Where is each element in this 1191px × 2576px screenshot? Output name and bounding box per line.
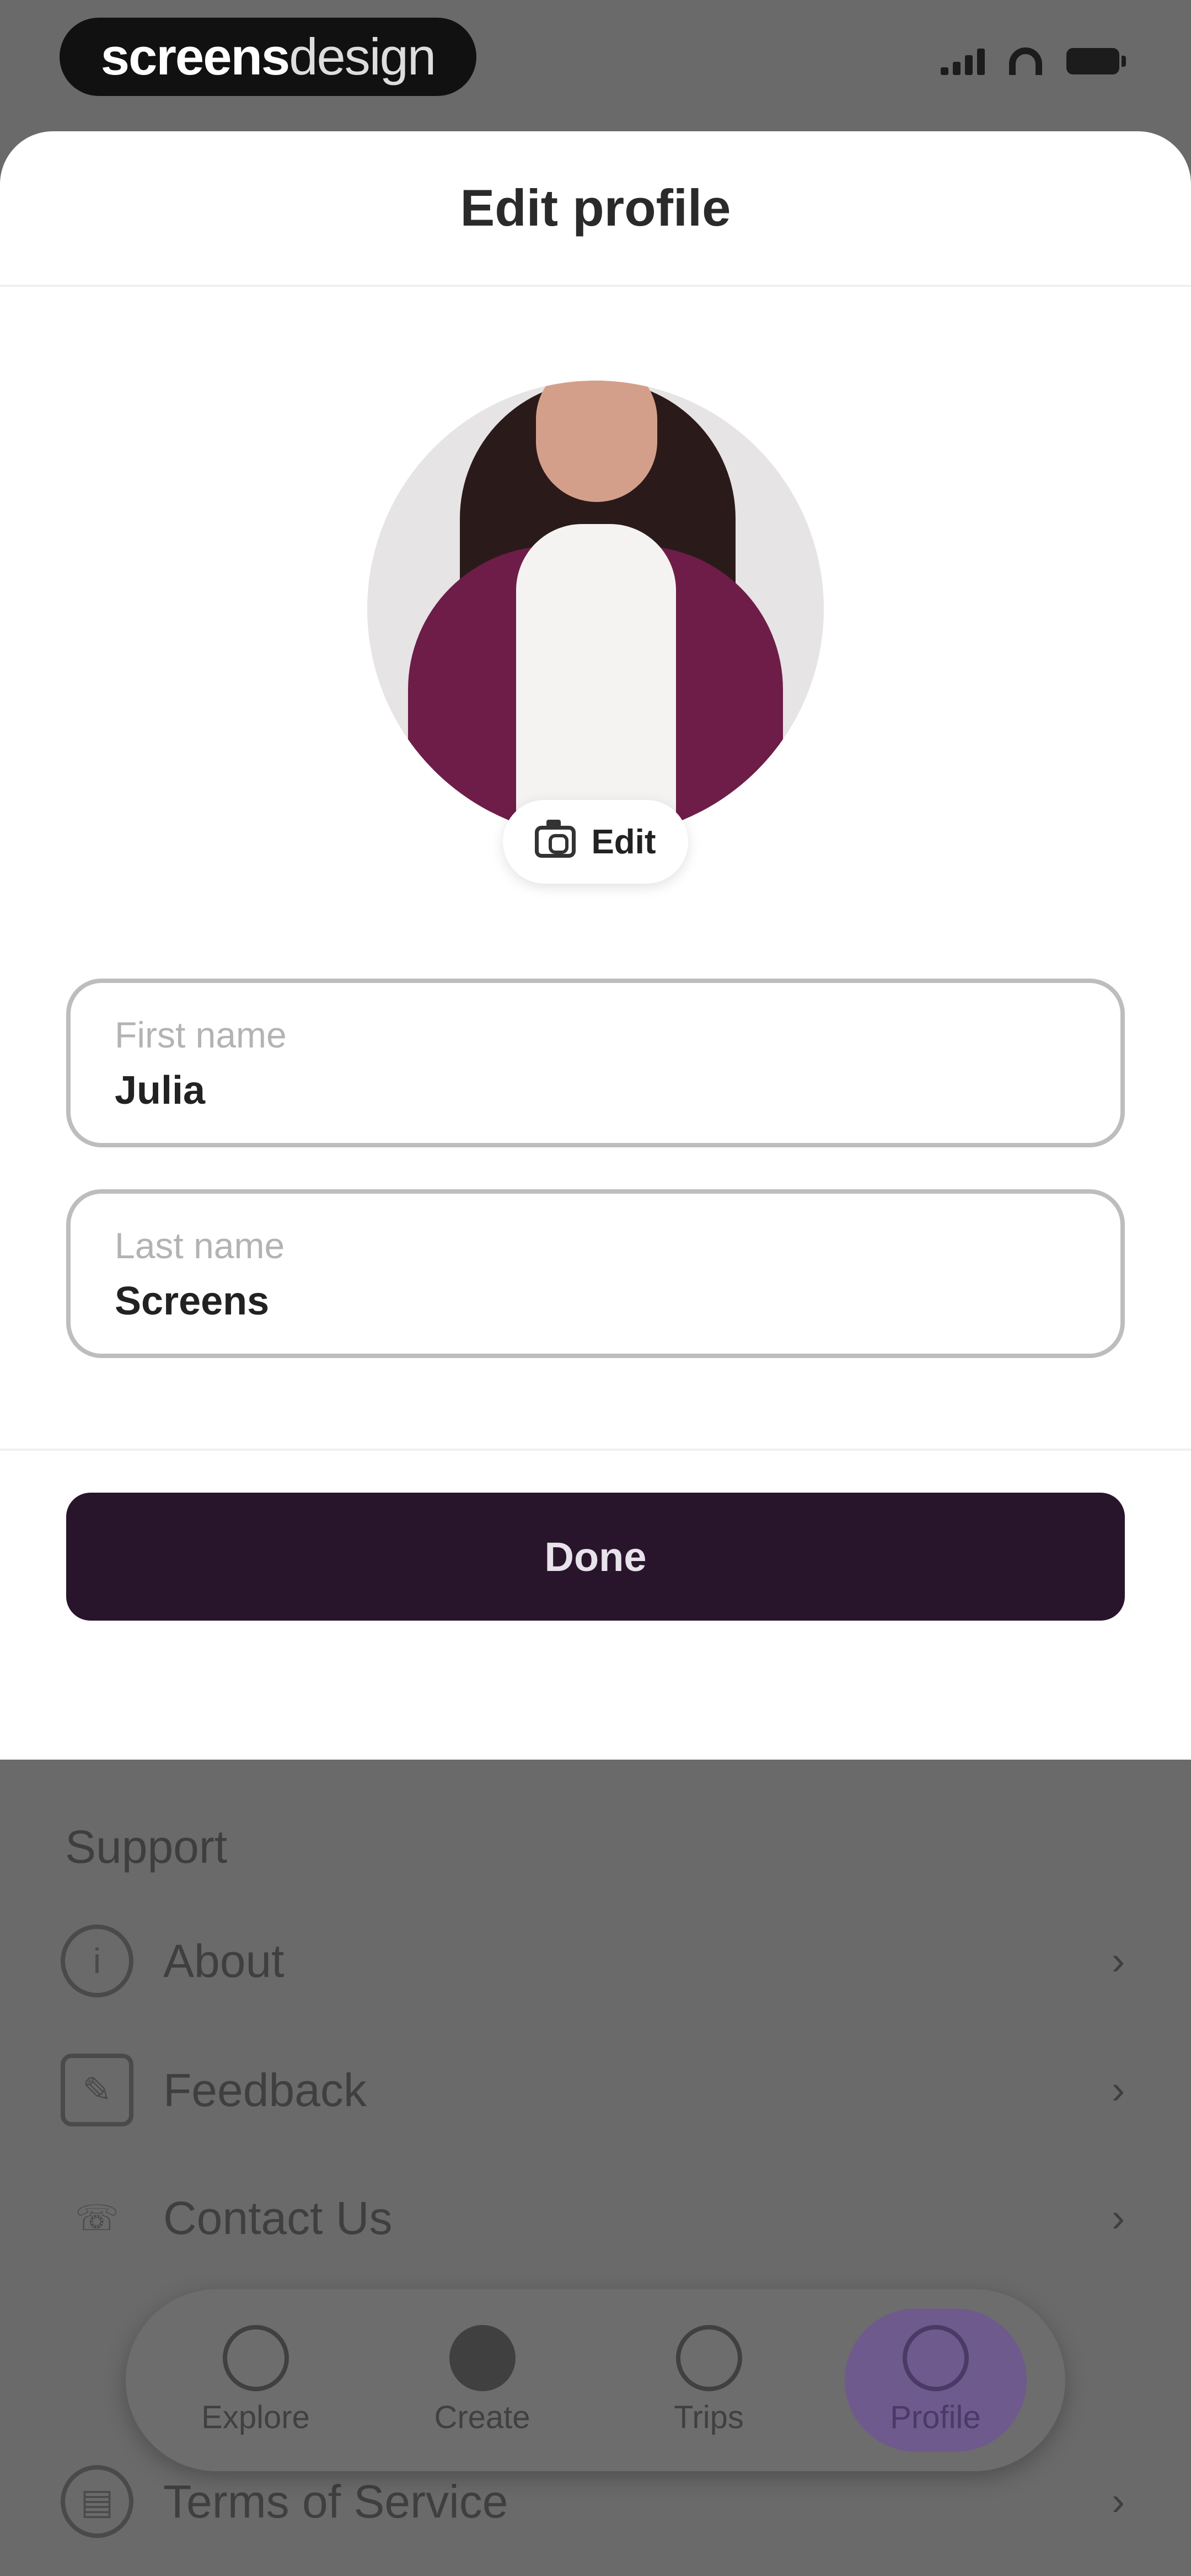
brand-logo: screens design xyxy=(60,18,476,96)
wifi-icon xyxy=(1009,47,1042,75)
support-section-title: Support xyxy=(65,1821,228,1873)
contact-row[interactable]: ☏ Contact Us › xyxy=(61,2177,1125,2259)
sheet-header: Edit profile xyxy=(0,131,1191,287)
phone-icon: ☏ xyxy=(74,2198,120,2238)
tab-profile-label: Profile xyxy=(890,2399,981,2435)
tab-create-label: Create xyxy=(434,2399,530,2435)
brand-light: design xyxy=(289,28,436,85)
trips-icon xyxy=(675,2324,742,2391)
edit-avatar-button[interactable]: Edit xyxy=(503,800,688,884)
first-name-value[interactable]: Julia xyxy=(115,1068,1076,1113)
terms-label: Terms of Service xyxy=(163,2475,508,2527)
avatar-container: Edit xyxy=(367,381,824,884)
tab-explore[interactable]: Explore xyxy=(165,2308,347,2452)
signal-icon xyxy=(941,47,985,75)
done-button[interactable]: Done xyxy=(66,1493,1125,1621)
battery-icon xyxy=(1066,48,1126,74)
status-icons xyxy=(941,47,1126,75)
feedback-row[interactable]: ✎ Feedback › xyxy=(61,2049,1125,2131)
about-row[interactable]: i About › xyxy=(61,1920,1125,2002)
page-title: Edit profile xyxy=(460,179,731,237)
chevron-right-icon: › xyxy=(1112,2479,1125,2524)
feedback-icon: ✎ xyxy=(61,2054,133,2126)
chevron-right-icon: › xyxy=(1112,2068,1125,2112)
tab-trips[interactable]: Trips xyxy=(618,2308,800,2452)
edit-avatar-label: Edit xyxy=(591,822,656,861)
create-icon xyxy=(449,2324,516,2391)
feedback-label: Feedback xyxy=(163,2064,367,2116)
status-bar: screens design xyxy=(0,0,1191,110)
first-name-label: First name xyxy=(115,1014,287,1055)
divider xyxy=(0,1449,1191,1451)
camera-icon xyxy=(535,820,576,858)
brand-bold: screens xyxy=(100,28,290,85)
tab-explore-label: Explore xyxy=(201,2399,310,2435)
bottom-tab-bar: Explore Create Trips Profile xyxy=(126,2289,1065,2471)
chevron-right-icon: › xyxy=(1112,2196,1125,2240)
info-icon: i xyxy=(61,1925,133,1997)
tab-profile[interactable]: Profile xyxy=(844,2308,1027,2452)
chevron-right-icon: › xyxy=(1112,1939,1125,1983)
first-name-field[interactable]: First name Julia xyxy=(66,979,1125,1147)
tab-create[interactable]: Create xyxy=(391,2308,573,2452)
document-icon: ▤ xyxy=(61,2465,133,2538)
explore-icon xyxy=(222,2324,289,2391)
last-name-label: Last name xyxy=(115,1225,285,1266)
terms-row[interactable]: ▤ Terms of Service › xyxy=(61,2460,1125,2543)
about-label: About xyxy=(163,1934,285,1987)
tab-trips-label: Trips xyxy=(674,2399,744,2435)
avatar xyxy=(367,381,824,837)
profile-icon xyxy=(902,2324,969,2391)
edit-profile-sheet: Edit profile Edit First name Julia Last … xyxy=(0,131,1191,1760)
last-name-field[interactable]: Last name Screens xyxy=(66,1189,1125,1358)
last-name-value[interactable]: Screens xyxy=(115,1279,1076,1324)
contact-label: Contact Us xyxy=(163,2192,393,2244)
